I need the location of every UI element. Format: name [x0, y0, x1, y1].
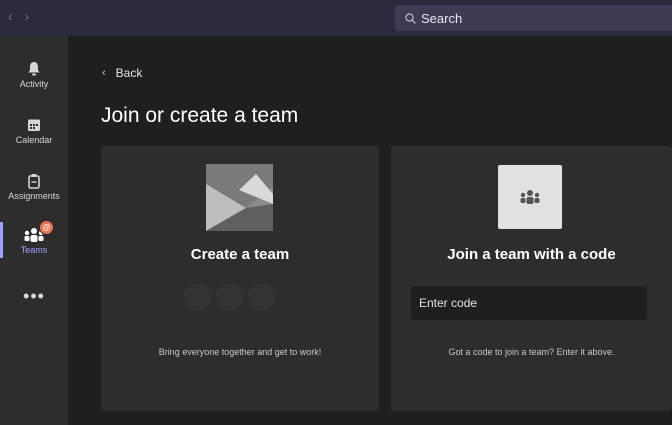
- avatar: [248, 283, 276, 311]
- forward-arrow-button[interactable]: ›: [25, 8, 42, 24]
- main-content: ‹ Back Join or create a team Create a te…: [68, 36, 672, 425]
- join-team-title: Join a team with a code: [447, 246, 616, 263]
- rail-item-calendar[interactable]: Calendar: [0, 106, 68, 154]
- rail-label-teams: Teams: [20, 245, 48, 255]
- join-team-icon: [498, 165, 562, 229]
- create-team-illustration: [206, 164, 273, 231]
- app-rail: Activity Calendar Assignments @ Teams ••…: [0, 36, 68, 425]
- search-placeholder: Search: [421, 10, 463, 26]
- more-apps-button[interactable]: •••: [0, 286, 68, 307]
- history-nav: ‹›: [8, 8, 41, 24]
- title-bar: ‹› Search: [0, 0, 672, 36]
- avatar-placeholders: [184, 283, 280, 311]
- back-arrow-button[interactable]: ‹: [8, 8, 25, 24]
- create-team-description: Bring everyone together and get to work!: [158, 347, 322, 357]
- rail-label-activity: Activity: [19, 79, 49, 89]
- join-team-description: Got a code to join a team? Enter it abov…: [448, 347, 615, 357]
- chevron-left-icon: ‹: [102, 67, 106, 79]
- back-label: Back: [115, 66, 143, 80]
- rail-label-calendar: Calendar: [15, 135, 53, 145]
- search-icon: [405, 12, 416, 24]
- bell-icon: [27, 59, 41, 79]
- rail-label-assignments: Assignments: [8, 191, 60, 201]
- rail-item-teams[interactable]: @ Teams: [0, 216, 68, 264]
- mention-badge: @: [39, 220, 54, 235]
- search-box[interactable]: Search: [395, 5, 672, 31]
- back-button[interactable]: ‹ Back: [102, 66, 142, 80]
- create-team-card[interactable]: Create a team Bring everyone together an…: [101, 146, 379, 411]
- active-indicator: [0, 222, 3, 258]
- team-code-input[interactable]: [411, 286, 647, 320]
- page-title: Join or create a team: [101, 104, 299, 127]
- join-team-card: Join a team with a code Got a code to jo…: [391, 146, 672, 411]
- assignments-icon: [27, 171, 41, 191]
- rail-item-activity[interactable]: Activity: [0, 50, 68, 98]
- rail-item-assignments[interactable]: Assignments: [0, 162, 68, 210]
- calendar-icon: [27, 115, 41, 135]
- avatar: [216, 283, 244, 311]
- avatar: [184, 283, 212, 311]
- create-team-title: Create a team: [190, 246, 290, 263]
